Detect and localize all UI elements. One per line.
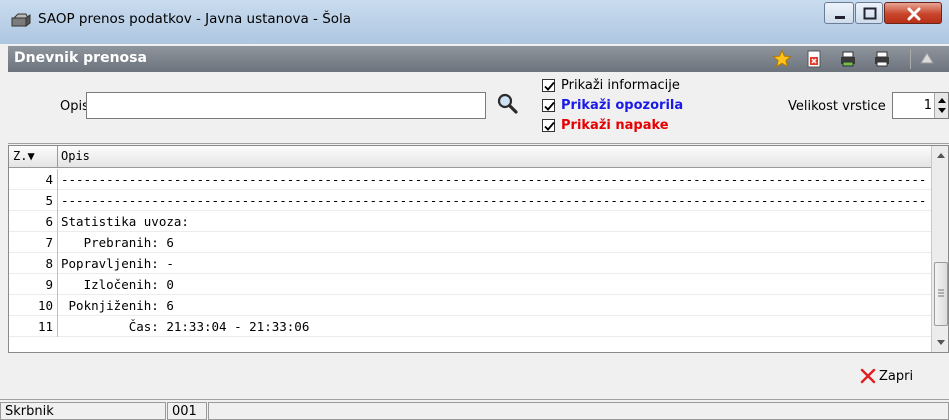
- show-errors-label: Prikaži napake: [561, 118, 669, 133]
- scroll-thumb[interactable]: [934, 262, 948, 326]
- close-label: Zapri: [879, 368, 914, 384]
- show-warnings-label: Prikaži opozorila: [561, 98, 684, 113]
- row-size-label: Velikost vrstice: [788, 99, 886, 114]
- show-errors-checkbox[interactable]: Prikaži napake: [542, 118, 669, 133]
- table-row[interactable]: 6 Statistika uvoza:: [9, 211, 931, 232]
- table-row[interactable]: 4 ---------------------------------------…: [9, 169, 931, 190]
- panel-header: Dnevnik prenosa: [8, 46, 949, 72]
- checkbox-checked-icon: [542, 119, 555, 132]
- table-row[interactable]: 9 Izločenih: 0: [9, 274, 931, 295]
- minimize-button[interactable]: [824, 2, 854, 24]
- status-code: 001: [167, 402, 207, 420]
- vertical-scrollbar[interactable]: [931, 146, 948, 352]
- app-icon: [10, 12, 32, 28]
- search-icon[interactable]: [496, 92, 520, 116]
- show-warnings-checkbox[interactable]: Prikaži opozorila: [542, 98, 683, 113]
- spin-arrows-icon[interactable]: [934, 93, 948, 118]
- table-row[interactable]: 5 ---------------------------------------…: [9, 190, 931, 211]
- log-grid: Z.▼ Opis 4 ------------------------------…: [8, 145, 949, 353]
- title-bar: SAOP prenos podatkov - Javna ustanova - …: [0, 0, 949, 44]
- grid-header: Z.▼ Opis: [9, 146, 931, 168]
- close-window-button[interactable]: [884, 2, 942, 24]
- row-size-value: 1: [923, 98, 932, 113]
- grid-rows: 4 ---------------------------------------…: [9, 169, 931, 337]
- panel-title: Dnevnik prenosa: [14, 50, 147, 66]
- filter-panel: Opis Prikaži informacije Prikaži opozori…: [8, 72, 949, 144]
- print-setup-icon[interactable]: [838, 49, 858, 69]
- table-row[interactable]: 7 Prebranih: 6: [9, 232, 931, 253]
- table-row[interactable]: 10 Poknjiženih: 6: [9, 295, 931, 316]
- row-size-stepper[interactable]: 1: [892, 92, 949, 119]
- status-user: Skrbnik: [0, 402, 166, 420]
- star-icon[interactable]: [772, 49, 792, 69]
- stamp-icon[interactable]: [910, 49, 938, 69]
- table-row[interactable]: 11 Čas: 21:33:04 - 21:33:06: [9, 316, 931, 337]
- window-title: SAOP prenos podatkov - Javna ustanova - …: [38, 11, 352, 27]
- column-header-opis[interactable]: Opis: [61, 149, 90, 163]
- checkbox-checked-icon: [542, 99, 555, 112]
- close-button[interactable]: Zapri: [860, 368, 913, 384]
- status-bar: Skrbnik 001: [0, 399, 949, 420]
- column-header-number[interactable]: Z.▼: [13, 149, 35, 163]
- table-row[interactable]: 8 Popravljenih: -: [9, 253, 931, 274]
- export-icon[interactable]: [804, 49, 824, 69]
- status-message: [208, 402, 949, 420]
- close-x-icon: [860, 368, 876, 384]
- print-icon[interactable]: [872, 49, 892, 69]
- checkbox-checked-icon: [542, 79, 555, 92]
- opis-input[interactable]: [86, 92, 486, 119]
- show-info-checkbox[interactable]: Prikaži informacije: [542, 78, 680, 93]
- opis-label: Opis: [60, 99, 89, 114]
- maximize-button[interactable]: [855, 2, 883, 24]
- show-info-label: Prikaži informacije: [561, 78, 680, 93]
